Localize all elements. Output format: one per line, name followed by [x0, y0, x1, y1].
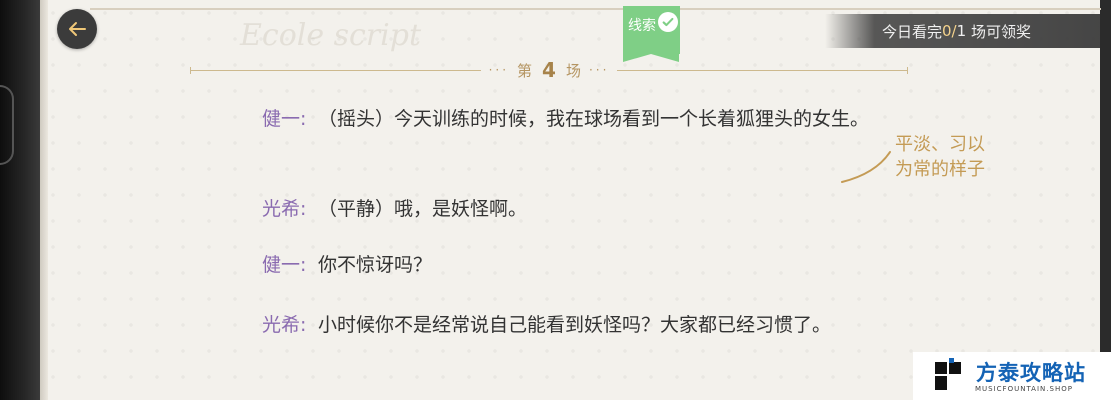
pen-stroke-icon	[841, 151, 891, 183]
scene-dots-left: ···	[488, 63, 510, 77]
dialogue-line: 光希: （平静）哦，是妖怪啊。	[262, 193, 882, 225]
annotation-line: 为常的样子	[895, 159, 985, 180]
scene-number: 4	[542, 58, 556, 82]
logo-mark-icon	[935, 358, 961, 390]
clue-label: 线索	[628, 18, 656, 34]
back-button[interactable]	[57, 9, 97, 49]
device-right-edge	[1100, 0, 1111, 400]
checkmark-icon	[662, 17, 674, 27]
top-divider	[90, 8, 1101, 10]
scene-header: ··· 第 4 场 ···	[190, 58, 909, 82]
dialogue-text: （摇头）今天训练的时候，我在球场看到一个长着狐狸头的女生。	[318, 108, 870, 130]
speaker-name: 光希:	[262, 198, 307, 220]
speaker-name: 健一:	[262, 254, 307, 276]
edge-notch	[0, 85, 14, 165]
handwritten-annotation: 平淡、习以 为常的样子	[895, 132, 985, 182]
annotation-line: 平淡、习以	[895, 134, 985, 155]
scene-suffix: 场	[565, 61, 581, 80]
dialogue-line: 光希: 小时候你不是经常说自己能看到妖怪吗？大家都已经习惯了。	[262, 309, 882, 341]
arrow-left-icon	[69, 22, 86, 36]
scene-rule-left	[190, 66, 481, 74]
logo-name: 方泰攻略站	[976, 361, 1086, 385]
daily-reward-progress: 今日看完 0/ 1 场可领奖	[825, 14, 1100, 48]
scene-rule-right	[617, 66, 909, 74]
paper-decoration: Ecole script	[240, 18, 422, 53]
speaker-name: 健一:	[262, 108, 307, 130]
clue-tag-button[interactable]: 线索	[623, 6, 680, 62]
reward-total: 1	[956, 22, 967, 40]
dialogue-text: 小时候你不是经常说自己能看到妖怪吗？大家都已经习惯了。	[318, 314, 832, 336]
dialogue-text: 你不惊讶吗？	[318, 254, 433, 276]
dialogue-line: 健一: 你不惊讶吗？	[262, 249, 882, 281]
logo-subtitle: MUSICFOUNTAIN.SHOP	[975, 385, 1073, 393]
device-left-edge	[0, 0, 40, 400]
speaker-name: 光希:	[262, 314, 307, 336]
scene-prefix: 第	[517, 61, 533, 80]
paper-binding	[40, 0, 48, 400]
clue-check-badge	[658, 12, 678, 32]
scene-dots-right: ···	[588, 63, 610, 77]
dialogue-text: （平静）哦，是妖怪啊。	[318, 198, 528, 220]
reward-prefix: 今日看完	[882, 22, 943, 41]
reward-progress: 0/	[942, 22, 957, 40]
reward-suffix: 场可领奖	[966, 22, 1031, 41]
dialogue-line: 健一: （摇头）今天训练的时候，我在球场看到一个长着狐狸头的女生。	[262, 103, 882, 135]
site-watermark-logo: 方泰攻略站 MUSICFOUNTAIN.SHOP	[913, 352, 1111, 400]
